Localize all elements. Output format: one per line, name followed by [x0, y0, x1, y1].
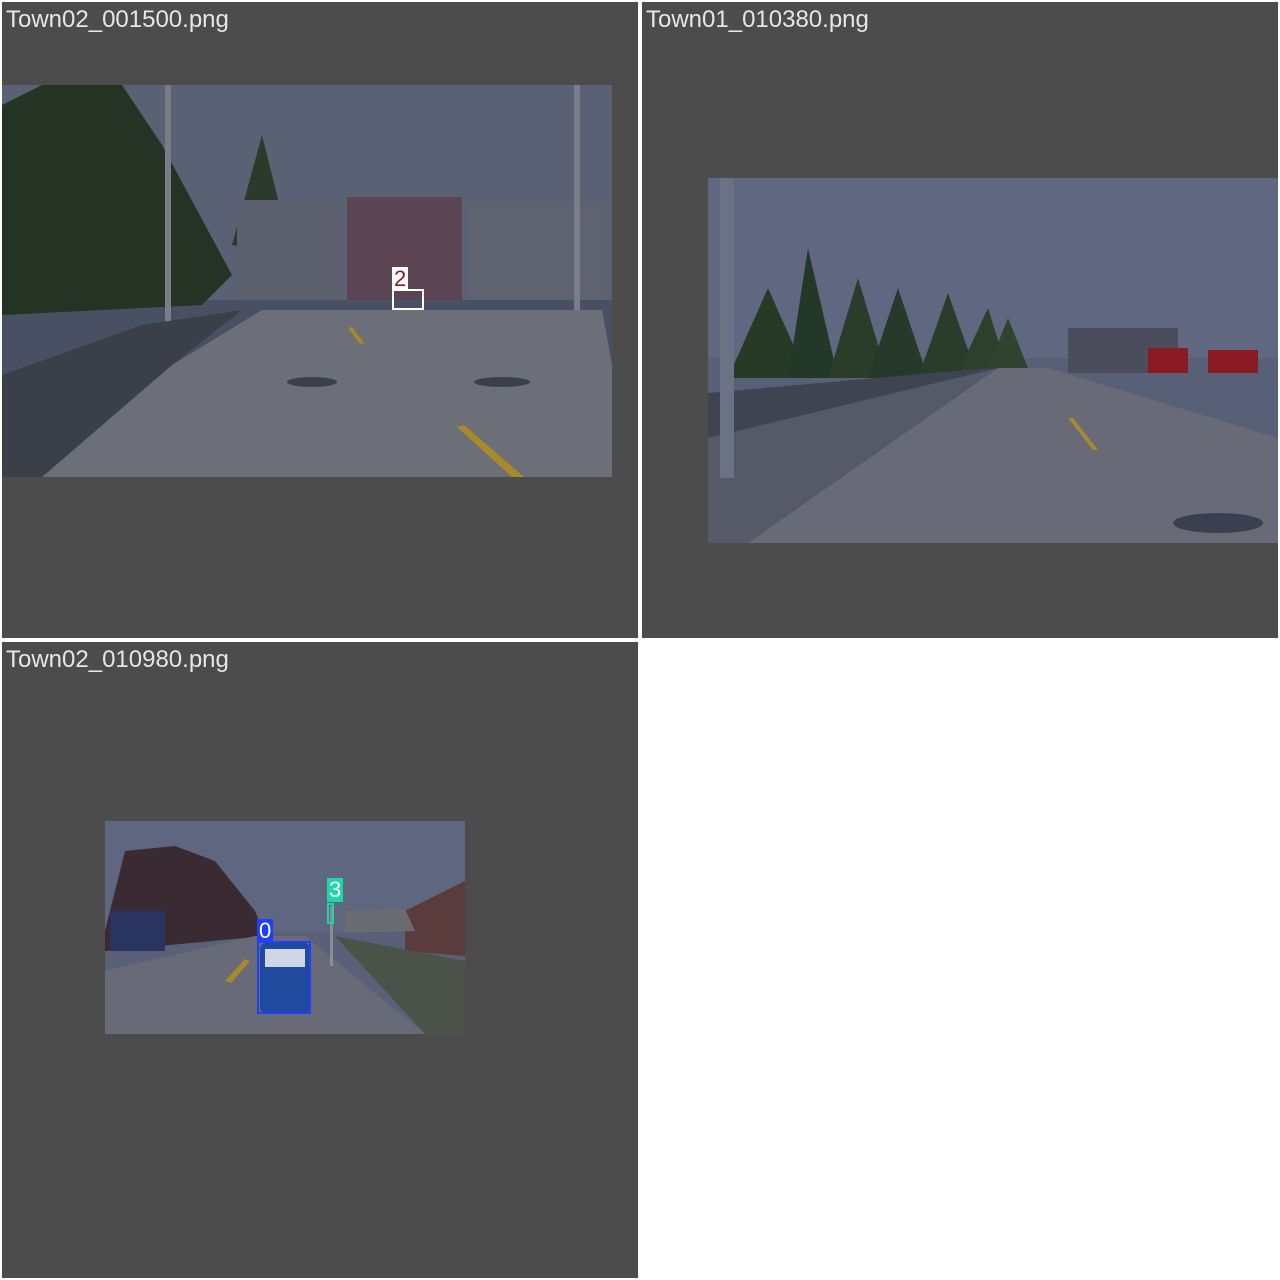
- scene-image: [708, 178, 1278, 543]
- detection-label: 3: [327, 877, 344, 902]
- detection-label: 2: [392, 266, 409, 291]
- image-tile-3: Town02_010980.png 0 3: [2, 642, 638, 1278]
- tile-filename: Town02_010980.png: [6, 646, 229, 673]
- bounding-box: [257, 941, 311, 1014]
- bounding-box: [392, 289, 424, 310]
- scene-image: [2, 85, 612, 477]
- image-tile-2: Town01_010380.png: [642, 2, 1278, 638]
- tile-filename: Town01_010380.png: [646, 6, 869, 33]
- tile-filename: Town02_001500.png: [6, 6, 229, 33]
- detection-label: 0: [257, 918, 274, 943]
- image-tile-1: Town02_001500.png 2: [2, 2, 638, 638]
- bounding-box: [327, 903, 334, 924]
